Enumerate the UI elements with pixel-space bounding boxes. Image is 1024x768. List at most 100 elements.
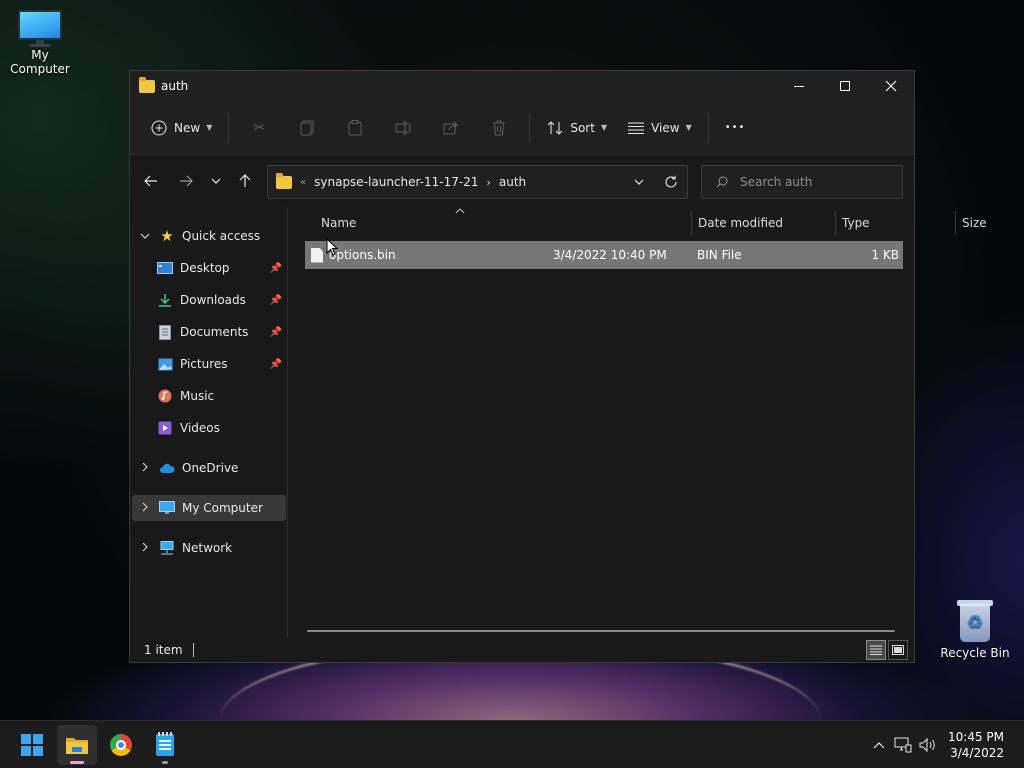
chevron-down-icon[interactable] <box>132 231 158 242</box>
nav-item-label: Network <box>182 541 233 555</box>
table-row[interactable]: options.bin 3/4/2022 10:40 PM BIN File 1… <box>305 241 903 269</box>
delete-icon <box>490 119 508 137</box>
nav-item-documents[interactable]: Documents 📌 <box>132 319 286 345</box>
column-header-label: Size <box>962 216 987 230</box>
address-bar[interactable]: « synapse-launcher-11-17-21 › auth <box>267 165 688 199</box>
network-status-button[interactable] <box>890 737 916 753</box>
nav-item-desktop[interactable]: Desktop 📌 <box>132 255 286 281</box>
nav-item-music[interactable]: Music <box>132 383 286 409</box>
taskbar-notepad[interactable] <box>145 725 185 765</box>
breadcrumb-overflow[interactable]: « <box>300 177 306 188</box>
new-button[interactable]: New ▼ <box>140 111 222 145</box>
search-input[interactable] <box>740 175 890 189</box>
view-button[interactable]: View ▼ <box>617 111 702 145</box>
view-toggles <box>864 640 908 660</box>
chevron-right-icon[interactable] <box>132 502 158 515</box>
up-button[interactable] <box>230 166 260 196</box>
nav-item-onedrive[interactable]: OneDrive <box>132 455 286 481</box>
column-header-label: Date modified <box>698 216 784 230</box>
copy-button[interactable] <box>283 111 331 145</box>
documents-icon <box>156 324 174 340</box>
show-hidden-icons-button[interactable] <box>868 741 890 749</box>
file-list: Name Date modified Type Size options.bin… <box>289 207 987 638</box>
volume-button[interactable] <box>916 738 940 752</box>
navigation-pane: ★ Quick access Desktop 📌 Downloads 📌 Doc… <box>130 207 288 638</box>
title-bar[interactable]: auth <box>130 71 914 101</box>
sort-button[interactable]: Sort ▼ <box>536 111 617 145</box>
active-app-indicator <box>70 761 84 764</box>
maximize-icon <box>840 81 850 91</box>
back-button[interactable] <box>136 166 166 196</box>
maximize-button[interactable] <box>822 71 868 101</box>
recent-locations-button[interactable] <box>201 166 231 196</box>
arrow-right-icon <box>180 175 193 187</box>
chevron-down-icon: ▼ <box>685 123 692 132</box>
paste-button[interactable] <box>331 111 379 145</box>
nav-item-network[interactable]: Network <box>132 535 286 561</box>
rename-button[interactable] <box>379 111 427 145</box>
cursor-arrow-icon <box>326 238 338 256</box>
paste-icon <box>346 119 364 137</box>
column-header-label: Name <box>321 216 357 230</box>
chevron-down-icon <box>634 179 644 185</box>
rename-icon <box>394 119 412 137</box>
details-view-button[interactable] <box>866 640 886 660</box>
address-history-button[interactable] <box>623 166 655 198</box>
forward-button[interactable] <box>171 166 201 196</box>
content-area: ★ Quick access Desktop 📌 Downloads 📌 Doc… <box>130 207 987 638</box>
taskbar: 10:45 PM 3/4/2022 <box>0 720 1024 768</box>
nav-item-videos[interactable]: Videos <box>132 415 286 441</box>
file-icon <box>311 247 323 263</box>
share-button[interactable] <box>427 111 475 145</box>
start-button[interactable] <box>12 725 52 765</box>
delete-button[interactable] <box>475 111 523 145</box>
nav-item-downloads[interactable]: Downloads 📌 <box>132 287 286 313</box>
command-separator <box>529 113 531 142</box>
chevron-right-icon[interactable]: › <box>486 176 490 189</box>
nav-item-label: OneDrive <box>182 461 239 475</box>
search-box[interactable] <box>701 165 903 199</box>
nav-item-quick-access[interactable]: ★ Quick access <box>132 223 286 249</box>
cut-icon: ✂ <box>253 119 266 136</box>
file-name-cell[interactable]: options.bin <box>311 241 396 269</box>
details-view-icon <box>870 645 882 655</box>
folder-icon <box>139 76 155 93</box>
chevron-right-icon[interactable] <box>132 462 158 475</box>
cut-button[interactable]: ✂ <box>235 111 283 145</box>
desktop-icon-label: Recycle Bin <box>940 646 1010 660</box>
pin-icon[interactable]: 📌 <box>270 327 282 338</box>
file-explorer-icon <box>66 738 88 754</box>
column-header-name[interactable]: Name <box>313 207 561 239</box>
monitor-icon <box>158 500 176 516</box>
monitor-icon <box>18 10 62 47</box>
tiles-view-button[interactable] <box>888 640 908 660</box>
nav-item-label: Downloads <box>180 293 246 307</box>
column-header-date-modified[interactable]: Date modified <box>690 207 834 239</box>
window-controls <box>776 71 914 101</box>
close-button[interactable] <box>868 71 914 101</box>
clock-time: 10:45 PM <box>948 730 1004 744</box>
breadcrumb-item[interactable]: auth <box>499 175 526 189</box>
desktop-icon-my-computer[interactable]: My Computer <box>0 10 80 76</box>
nav-item-pictures[interactable]: Pictures 📌 <box>132 351 286 377</box>
nav-item-label: Desktop <box>180 261 230 275</box>
taskbar-chrome[interactable] <box>101 725 141 765</box>
column-header-size[interactable]: Size <box>954 207 1024 239</box>
pin-icon[interactable]: 📌 <box>270 359 282 370</box>
nav-item-label: Videos <box>180 421 220 435</box>
command-separator <box>707 113 709 142</box>
chevron-right-icon[interactable] <box>132 542 158 555</box>
file-explorer-window: auth New ▼ ✂ Sort ▼ View ▼ ••• « synapse… <box>129 70 987 663</box>
more-options-button[interactable]: ••• <box>715 111 756 145</box>
breadcrumb-item[interactable]: synapse-launcher-11-17-21 <box>314 175 478 189</box>
taskbar-file-explorer[interactable] <box>57 725 97 765</box>
nav-item-my-computer[interactable]: My Computer <box>132 495 286 521</box>
column-header-type[interactable]: Type <box>834 207 954 239</box>
refresh-button[interactable] <box>655 166 687 198</box>
horizontal-scrollbar[interactable] <box>307 630 895 632</box>
pin-icon[interactable]: 📌 <box>270 295 282 306</box>
desktop-icon-recycle-bin[interactable]: ♻ Recycle Bin <box>935 598 1015 660</box>
minimize-button[interactable] <box>776 71 822 101</box>
pin-icon[interactable]: 📌 <box>270 263 282 274</box>
taskbar-clock[interactable]: 10:45 PM 3/4/2022 <box>948 729 1004 761</box>
